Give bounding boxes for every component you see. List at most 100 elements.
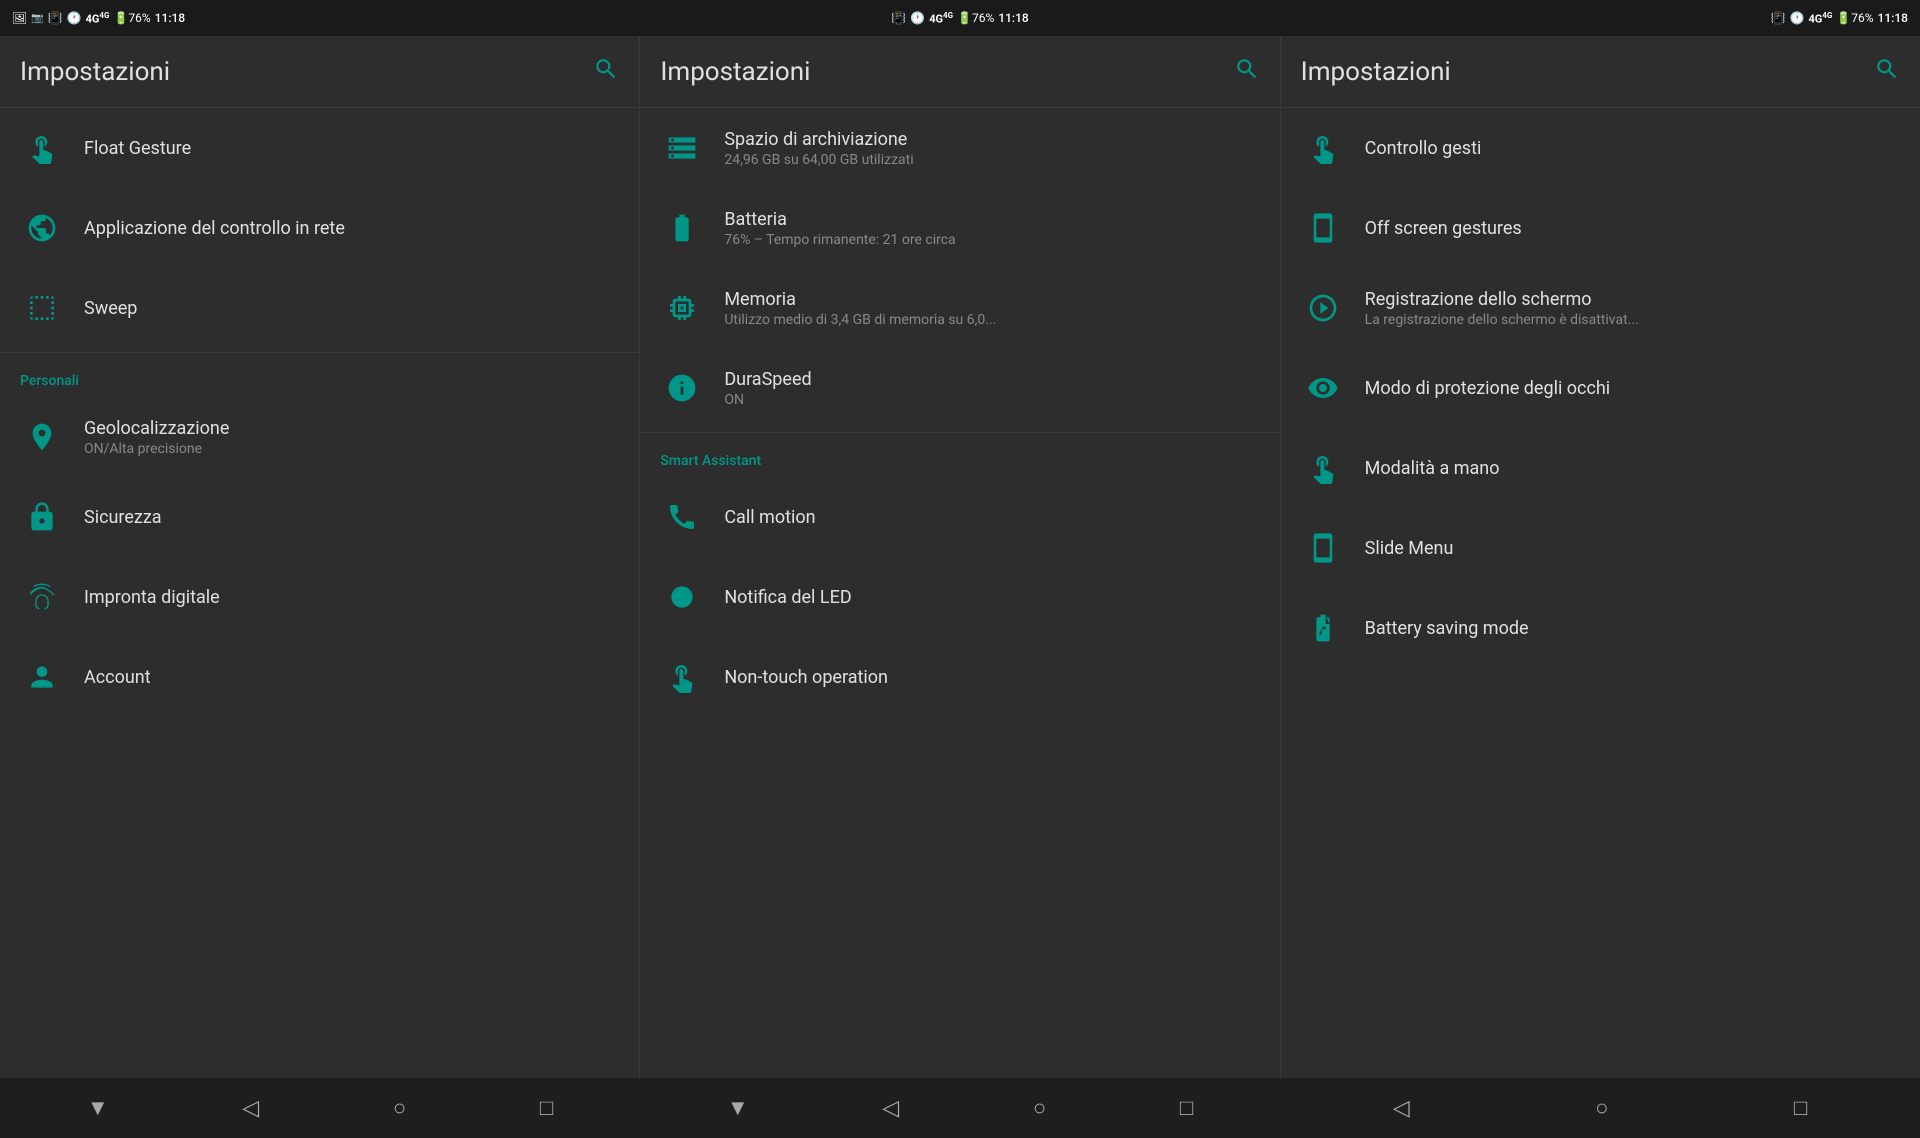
modalita-mano-icon <box>1301 446 1345 490</box>
controllo-gesti-title: Controllo gesti <box>1365 138 1482 159</box>
panel-3-title: Impostazioni <box>1301 57 1451 87</box>
battery-saving-icon <box>1301 606 1345 650</box>
panel-2-search-icon[interactable] <box>1234 56 1260 88</box>
battery-saving-text: Battery saving mode <box>1365 618 1529 639</box>
battery-title: Batteria <box>724 209 955 230</box>
sidebar-item-storage[interactable]: Spazio di archiviazione 24,96 GB su 64,0… <box>640 108 1279 188</box>
divider-personali <box>0 352 639 353</box>
led-icon <box>660 575 704 619</box>
nav-recent-3[interactable]: □ <box>1774 1087 1827 1129</box>
sidebar-item-call-motion[interactable]: Call motion <box>640 477 1279 557</box>
led-title: Notifica del LED <box>724 587 851 608</box>
memory-text: Memoria Utilizzo medio di 3,4 GB di memo… <box>724 289 996 328</box>
sidebar-item-slide-menu[interactable]: Slide Menu <box>1281 508 1920 588</box>
sweep-icon <box>20 286 64 330</box>
battery-icon <box>660 206 704 250</box>
sidebar-item-off-screen[interactable]: Off screen gestures <box>1281 188 1920 268</box>
protezione-occhi-title: Modo di protezione degli occhi <box>1365 378 1611 399</box>
sicurezza-text: Sicurezza <box>84 507 162 528</box>
sidebar-item-account[interactable]: Account <box>0 637 639 717</box>
sidebar-item-controllo-gesti[interactable]: Controllo gesti <box>1281 108 1920 188</box>
impronta-text: Impronta digitale <box>84 587 220 608</box>
status-icons-2: 📳 🕐 4G4G 🔋76% 11:18 <box>891 11 1028 26</box>
duraspeed-icon <box>660 366 704 410</box>
non-touch-icon <box>660 655 704 699</box>
status-bar: 🖼 📷 📳 🕐 4G4G 🔋76% 11:18 📳 🕐 4G4G 🔋76% 11… <box>0 0 1920 36</box>
float-gesture-title: Float Gesture <box>84 138 191 159</box>
account-text: Account <box>84 667 151 688</box>
slide-menu-icon <box>1301 526 1345 570</box>
nav-home-2[interactable]: ○ <box>1013 1087 1066 1129</box>
non-touch-text: Non-touch operation <box>724 667 888 688</box>
panel-1-header: Impostazioni <box>0 36 639 108</box>
off-screen-title: Off screen gestures <box>1365 218 1522 239</box>
geoloc-text: Geolocalizzazione ON/Alta precisione <box>84 418 229 457</box>
account-title: Account <box>84 667 151 688</box>
slide-menu-title: Slide Menu <box>1365 538 1454 559</box>
status-panel-1: 🖼 📷 📳 🕐 4G4G 🔋76% 11:18 <box>0 0 640 36</box>
app-network-icon <box>20 206 64 250</box>
memory-subtitle: Utilizzo medio di 3,4 GB di memoria su 6… <box>724 312 996 328</box>
off-screen-text: Off screen gestures <box>1365 218 1522 239</box>
sidebar-item-sweep[interactable]: Sweep <box>0 268 639 348</box>
panel-2-content: Spazio di archiviazione 24,96 GB su 64,0… <box>640 108 1279 1078</box>
slide-menu-text: Slide Menu <box>1365 538 1454 559</box>
sicurezza-title: Sicurezza <box>84 507 162 528</box>
sidebar-item-sicurezza[interactable]: Sicurezza <box>0 477 639 557</box>
impronta-title: Impronta digitale <box>84 587 220 608</box>
registrazione-icon <box>1301 286 1345 330</box>
panel-3-search-icon[interactable] <box>1874 56 1900 88</box>
nav-home-1[interactable]: ○ <box>373 1087 426 1129</box>
status-panel-2: 📳 🕐 4G4G 🔋76% 11:18 <box>640 0 1280 36</box>
float-gesture-icon <box>20 126 64 170</box>
non-touch-title: Non-touch operation <box>724 667 888 688</box>
section-smart-assistant: Smart Assistant <box>640 437 1279 477</box>
off-screen-icon <box>1301 206 1345 250</box>
modalita-mano-text: Modalità a mano <box>1365 458 1500 479</box>
call-motion-text: Call motion <box>724 507 815 528</box>
nav-bar: ▼ ◁ ○ □ ▼ ◁ ○ □ ◁ ○ □ <box>0 1078 1920 1138</box>
status-panel-3: 📳 🕐 4G4G 🔋76% 11:18 <box>1280 0 1920 36</box>
duraspeed-subtitle: ON <box>724 392 811 408</box>
nav-recent-1[interactable]: □ <box>520 1087 573 1129</box>
sidebar-item-impronta[interactable]: Impronta digitale <box>0 557 639 637</box>
panel-1-search-icon[interactable] <box>593 56 619 88</box>
panel-2-title: Impostazioni <box>660 57 810 87</box>
nav-back-3[interactable]: ◁ <box>1373 1088 1430 1129</box>
controllo-gesti-text: Controllo gesti <box>1365 138 1482 159</box>
float-gesture-text: Float Gesture <box>84 138 191 159</box>
nav-down-2[interactable]: ▼ <box>707 1087 769 1129</box>
protezione-occhi-icon <box>1301 366 1345 410</box>
sidebar-item-registrazione[interactable]: Registrazione dello schermo La registraz… <box>1281 268 1920 348</box>
nav-back-2[interactable]: ◁ <box>862 1088 919 1129</box>
sidebar-item-battery-saving[interactable]: Battery saving mode <box>1281 588 1920 668</box>
battery-text: Batteria 76% – Tempo rimanente: 21 ore c… <box>724 209 955 248</box>
call-motion-title: Call motion <box>724 507 815 528</box>
sidebar-item-led[interactable]: Notifica del LED <box>640 557 1279 637</box>
impronta-icon <box>20 575 64 619</box>
sidebar-item-protezione-occhi[interactable]: Modo di protezione degli occhi <box>1281 348 1920 428</box>
nav-home-3[interactable]: ○ <box>1575 1087 1628 1129</box>
sweep-title: Sweep <box>84 298 137 319</box>
nav-panel-2: ▼ ◁ ○ □ <box>640 1078 1280 1138</box>
nav-back-1[interactable]: ◁ <box>222 1088 279 1129</box>
sidebar-item-app-network[interactable]: Applicazione del controllo in rete <box>0 188 639 268</box>
app-network-text: Applicazione del controllo in rete <box>84 218 345 239</box>
sidebar-item-non-touch[interactable]: Non-touch operation <box>640 637 1279 717</box>
nav-recent-2[interactable]: □ <box>1160 1087 1213 1129</box>
sidebar-item-modalita-mano[interactable]: Modalità a mano <box>1281 428 1920 508</box>
panel-2: Impostazioni Spazio di archiviazione 24,… <box>640 36 1280 1078</box>
sidebar-item-float-gesture[interactable]: Float Gesture <box>0 108 639 188</box>
panel-1: Impostazioni Float Gesture <box>0 36 640 1078</box>
sidebar-item-duraspeed[interactable]: DuraSpeed ON <box>640 348 1279 428</box>
section-personali: Personali <box>0 357 639 397</box>
sidebar-item-memory[interactable]: Memoria Utilizzo medio di 3,4 GB di memo… <box>640 268 1279 348</box>
storage-subtitle: 24,96 GB su 64,00 GB utilizzati <box>724 152 913 168</box>
nav-down-1[interactable]: ▼ <box>67 1087 129 1129</box>
app-network-title: Applicazione del controllo in rete <box>84 218 345 239</box>
call-motion-icon <box>660 495 704 539</box>
sidebar-item-geoloc[interactable]: Geolocalizzazione ON/Alta precisione <box>0 397 639 477</box>
battery-saving-title: Battery saving mode <box>1365 618 1529 639</box>
memory-icon <box>660 286 704 330</box>
sidebar-item-battery[interactable]: Batteria 76% – Tempo rimanente: 21 ore c… <box>640 188 1279 268</box>
